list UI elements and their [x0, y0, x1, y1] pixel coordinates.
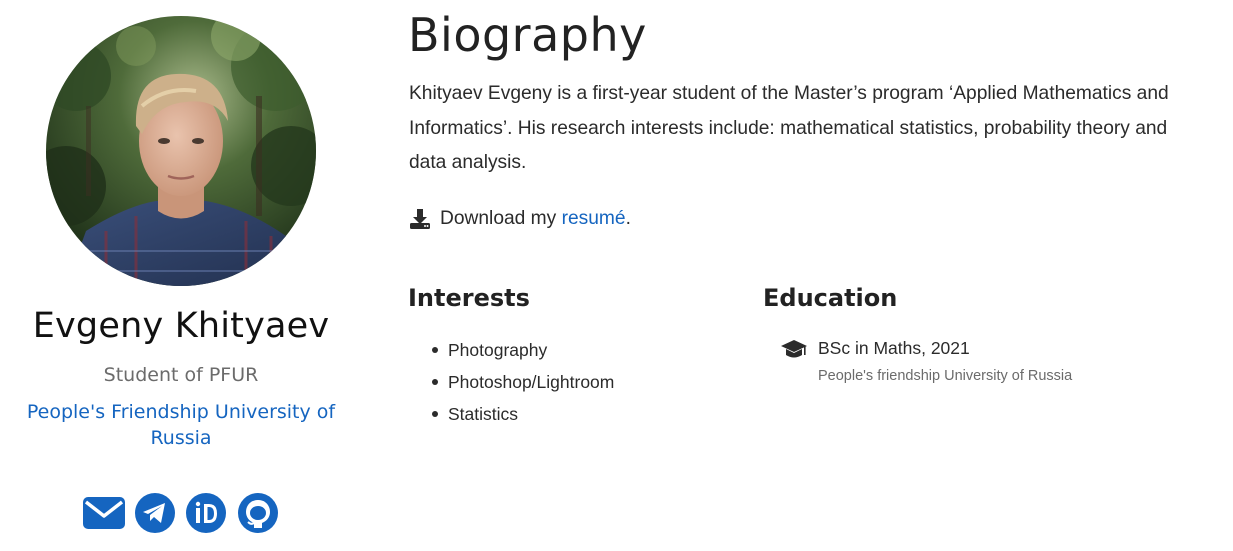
about-page: Evgeny Khityaev Student of PFUR People's… [0, 0, 1233, 551]
list-item: Photoshop/Lightroom [430, 366, 614, 398]
github-icon [238, 493, 278, 533]
education-institution: People's friendship University of Russia [818, 368, 1073, 384]
telegram-icon [135, 493, 175, 533]
resume-link[interactable]: resumé [562, 202, 626, 236]
avatar [46, 16, 316, 286]
orcid-icon [186, 493, 226, 533]
education-title: Education [763, 284, 898, 312]
orcid-link[interactable] [185, 492, 227, 534]
profile-role: Student of PFUR [103, 364, 259, 386]
profile-photo-icon [46, 16, 316, 286]
interests-title: Interests [408, 284, 530, 312]
list-item: Photography [430, 334, 614, 366]
email-link[interactable] [82, 492, 126, 534]
profile-name: Evgeny Khityaev [32, 306, 330, 346]
organization-link[interactable]: People's Friendship University of Russia [0, 399, 362, 451]
telegram-link[interactable] [134, 492, 176, 534]
social-links [0, 492, 362, 534]
github-link[interactable] [237, 492, 279, 534]
envelope-icon [83, 497, 125, 529]
interests-list: Photography Photoshop/Lightroom Statisti… [430, 334, 614, 430]
biography-title: Biography [408, 8, 647, 62]
download-resume: Download my resumé. [409, 202, 631, 236]
biography-text: Khityaev Evgeny is a first-year student … [409, 83, 1169, 173]
download-icon [410, 209, 430, 229]
download-suffix: . [625, 208, 631, 229]
graduation-cap-icon [781, 340, 807, 358]
download-prefix: Download my [440, 208, 562, 229]
list-item: Statistics [430, 398, 614, 430]
education-degree: BSc in Maths, 2021 [818, 338, 970, 358]
